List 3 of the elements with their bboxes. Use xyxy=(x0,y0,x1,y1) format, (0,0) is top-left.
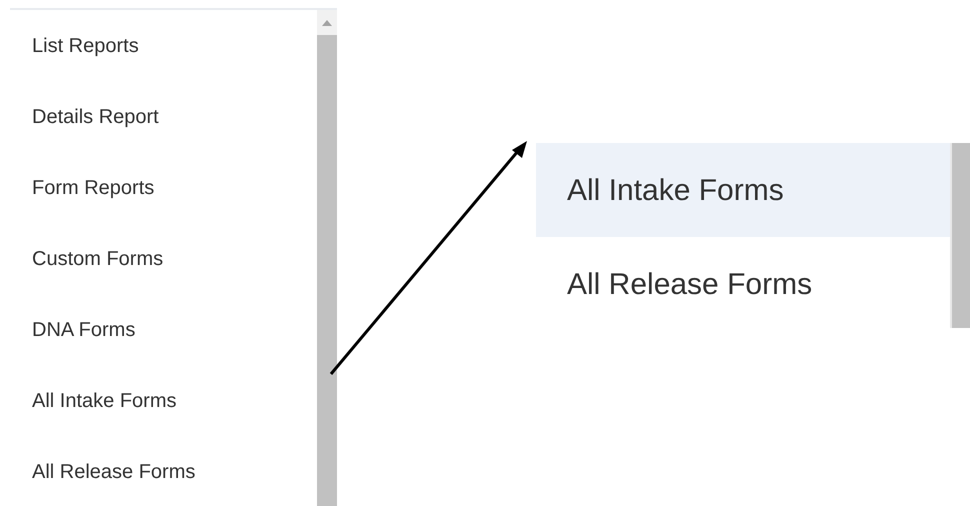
scrollbar-thumb[interactable] xyxy=(950,143,970,328)
scroll-up-icon[interactable] xyxy=(322,20,332,26)
menu-item[interactable]: All Intake Forms xyxy=(536,143,950,237)
